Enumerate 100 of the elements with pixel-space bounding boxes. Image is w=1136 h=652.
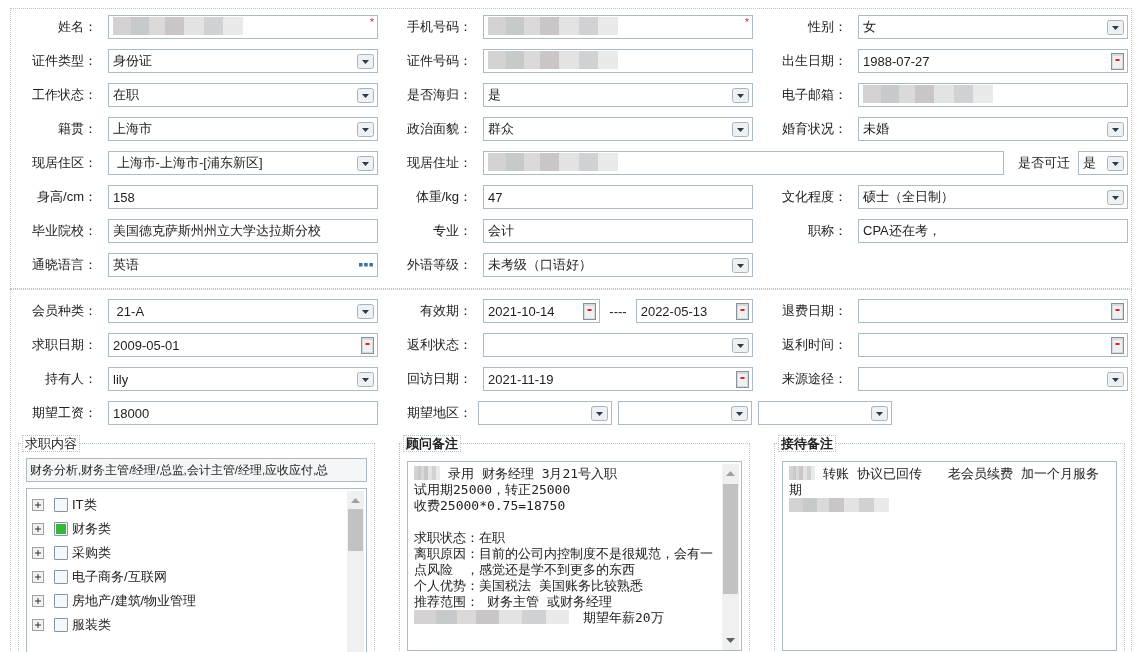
caret-icon[interactable] [732, 87, 749, 103]
required-mark: * [744, 16, 749, 28]
checkbox[interactable] [54, 618, 68, 632]
caret-icon[interactable] [357, 53, 374, 69]
date-field[interactable] [858, 299, 1128, 323]
caret-icon[interactable] [1107, 189, 1124, 205]
scrollbar[interactable] [722, 464, 739, 650]
text-field[interactable] [858, 83, 1128, 107]
checkbox[interactable] [54, 522, 68, 536]
expand-icon[interactable] [32, 499, 44, 511]
expand-icon[interactable] [32, 595, 44, 607]
field-label: 婚育状况： [781, 120, 848, 138]
caret-icon[interactable] [591, 405, 608, 421]
date-field[interactable]: 2021-10-14 [483, 299, 601, 323]
field-label: 来源途径： [781, 370, 848, 388]
caret-icon[interactable] [1107, 19, 1124, 35]
dropdown[interactable]: 未婚 [858, 117, 1128, 141]
text-field[interactable]: 美国德克萨斯州州立大学达拉斯分校 [108, 219, 378, 243]
field-label: 持有人： [44, 370, 98, 388]
field-label: 证件号码： [406, 52, 473, 70]
date-field[interactable]: 2022-05-13 [635, 299, 753, 323]
text-field[interactable]: 47 [483, 185, 753, 209]
caret-icon[interactable] [357, 155, 374, 171]
calendar-icon[interactable] [736, 302, 749, 320]
caret-icon[interactable] [1107, 155, 1124, 171]
field-label: 有效期： [419, 302, 473, 320]
tree-item[interactable]: 房地产/建筑/物业管理 [72, 592, 197, 610]
caret-icon[interactable] [357, 121, 374, 137]
date-field[interactable]: 2009-05-01 [108, 333, 378, 357]
tree-item[interactable]: 采购类 [72, 544, 111, 562]
text-field[interactable]: * [108, 15, 378, 39]
selection-field[interactable]: 财务分析,财务主管/经理/总监,会计主管/经理,应收应付,总 [26, 458, 367, 482]
notes-field[interactable]: 转账 协议已回传 老会员续费 加一个月服务期 [782, 461, 1117, 651]
calendar-icon[interactable] [1111, 302, 1124, 320]
text-field[interactable]: * [483, 15, 753, 39]
caret-icon[interactable] [871, 405, 888, 421]
text-field[interactable] [483, 151, 1004, 175]
field-label: ---- [609, 303, 627, 319]
field-label: 期望地区： [406, 404, 473, 422]
text-field[interactable]: 会计 [483, 219, 753, 243]
tree-item[interactable]: 财务类 [72, 520, 111, 538]
dropdown[interactable]: 未考级（口语好） [483, 253, 753, 277]
checkbox[interactable] [54, 546, 68, 560]
tree-item[interactable]: 电子商务/互联网 [72, 568, 167, 586]
field-label: 期望工资： [31, 404, 98, 422]
redacted-text [414, 466, 440, 480]
caret-icon[interactable] [1107, 121, 1124, 137]
text-field[interactable] [483, 49, 753, 73]
caret-icon[interactable] [731, 405, 748, 421]
caret-icon[interactable] [357, 371, 374, 387]
tree-item[interactable]: 服装类 [72, 616, 111, 634]
dropdown[interactable]: 是 [483, 83, 753, 107]
caret-icon[interactable] [357, 303, 374, 319]
expand-icon[interactable] [32, 523, 44, 535]
date-field[interactable]: 1988-07-27 [858, 49, 1128, 73]
text-field[interactable]: 158 [108, 185, 378, 209]
redacted-text [789, 466, 815, 480]
notes-field[interactable]: 录用 财务经理 3月21号入职 试用期25000，转正25000 收费25000*0.75=18750 求职状态：在职 离职原因：目前的公司内控制度不是很规范，会有一点风险 ，感觉还是学不到更多的东西 个人优势：美国税法 美国账务比较熟悉 推荐范围： 财务主管 或财务经理 期望年薪20万 [407, 461, 742, 651]
expand-icon[interactable] [32, 547, 44, 559]
calendar-icon[interactable] [1111, 336, 1124, 354]
caret-icon[interactable] [732, 121, 749, 137]
field-label: 姓名： [57, 18, 98, 36]
dropdown[interactable]: 21-A [108, 299, 378, 323]
caret-icon[interactable] [357, 87, 374, 103]
dropdown[interactable]: 身份证 [108, 49, 378, 73]
dropdown[interactable]: 女 [858, 15, 1128, 39]
calendar-icon[interactable] [361, 336, 374, 354]
calendar-icon[interactable] [583, 302, 597, 320]
caret-icon[interactable] [1107, 371, 1124, 387]
dropdown[interactable]: 硕士（全日制） [858, 185, 1128, 209]
expand-icon[interactable] [32, 619, 44, 631]
caret-icon[interactable] [732, 337, 749, 353]
tree-item[interactable]: IT类 [72, 496, 97, 514]
dropdown[interactable]: 上海市 [108, 117, 378, 141]
field-label: 出生日期： [781, 52, 848, 70]
field-label: 现居住区： [31, 154, 98, 172]
more-icon[interactable] [358, 262, 374, 268]
dropdown[interactable]: 在职 [108, 83, 378, 107]
caret-icon[interactable] [732, 257, 749, 273]
expand-icon[interactable] [32, 571, 44, 583]
calendar-icon[interactable] [1111, 52, 1124, 70]
panel-legend: 求职内容 [22, 435, 80, 452]
lookup-field[interactable]: 英语 [108, 253, 378, 277]
dropdown[interactable]: 是 [1078, 151, 1128, 175]
scrollbar[interactable] [347, 491, 364, 652]
calendar-icon[interactable] [736, 370, 749, 388]
field-label: 是否海归： [406, 86, 473, 104]
dropdown[interactable]: lily [108, 367, 378, 391]
dropdown[interactable]: 群众 [483, 117, 753, 141]
dropdown[interactable]: 上海市-上海市-[浦东新区] [108, 151, 378, 175]
checkbox[interactable] [54, 594, 68, 608]
field-label: 职称： [807, 222, 848, 240]
date-field[interactable]: 2021-11-19 [483, 367, 753, 391]
field-label: 外语等级： [406, 256, 473, 274]
text-field[interactable]: 18000 [108, 401, 378, 425]
panel-legend: 接待备注 [778, 435, 836, 452]
date-field[interactable] [858, 333, 1128, 357]
checkbox[interactable] [54, 498, 68, 512]
checkbox[interactable] [54, 570, 68, 584]
text-field[interactable]: CPA还在考， [858, 219, 1128, 243]
